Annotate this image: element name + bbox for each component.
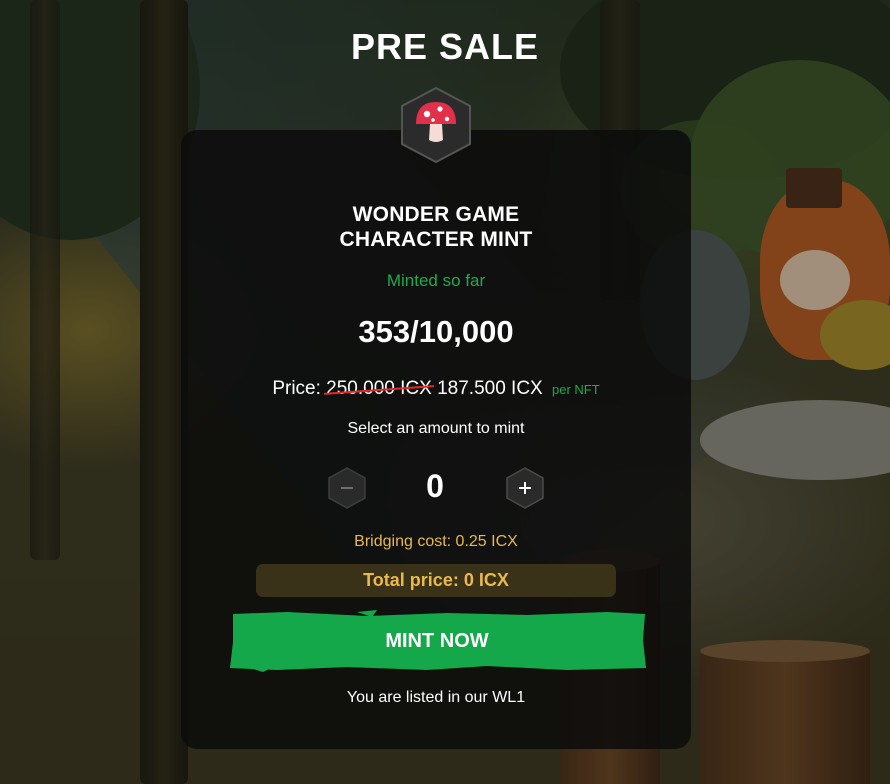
card-title-line-1: WONDER GAME [352, 203, 520, 226]
page-title: PRE SALE [350, 26, 540, 67]
mint-card: WONDER GAME CHARACTER MINT Minted so far… [181, 130, 691, 749]
new-price: 187.500 ICX [437, 378, 543, 399]
old-price: 250.000 ICX [326, 378, 432, 399]
mushroom-badge [399, 86, 473, 164]
quantity-value: 0 [426, 468, 444, 504]
minus-icon [328, 467, 366, 509]
plus-icon [506, 467, 544, 509]
whitelist-note: You are listed in our WL1 [346, 689, 526, 706]
card-title-line-2: CHARACTER MINT [339, 228, 533, 251]
bridging-cost: Bridging cost: 0.25 ICX [354, 533, 518, 550]
mint-now-label: MINT NOW [385, 630, 489, 652]
decrease-button[interactable] [327, 467, 367, 509]
price-label: Price: [272, 378, 321, 399]
minted-label: Minted so far [386, 271, 486, 290]
mint-now-button[interactable]: MINT NOW [227, 610, 647, 672]
mushroom-icon [401, 86, 471, 164]
card-title: WONDER GAME CHARACTER MINT [181, 202, 691, 252]
minted-count: 353/10,000 [358, 314, 514, 349]
per-nft-label: per NFT [552, 382, 600, 397]
increase-button[interactable] [505, 467, 545, 509]
price-line: Price: 250.000 ICX 187.500 ICX per NFT [181, 378, 691, 400]
select-amount-label: Select an amount to mint [347, 420, 525, 437]
total-price: Total price: 0 ICX [256, 564, 616, 597]
